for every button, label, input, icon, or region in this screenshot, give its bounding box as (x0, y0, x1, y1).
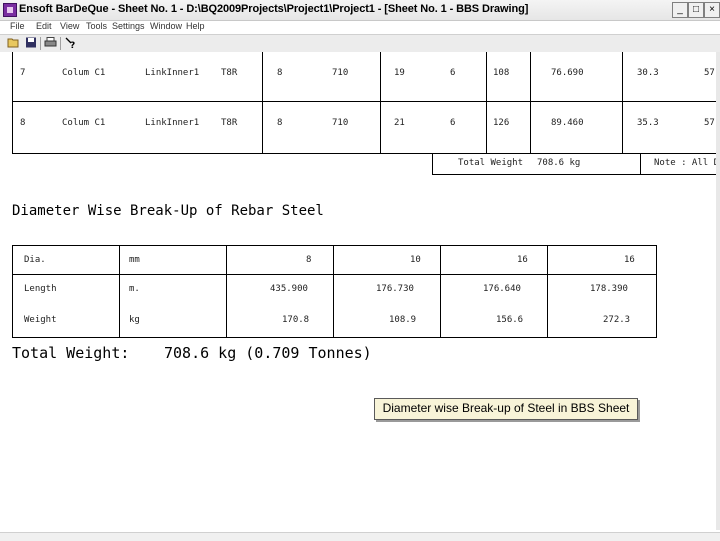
row-unit: kg (129, 315, 140, 325)
breakup-heading: Diameter Wise Break-Up of Rebar Steel (12, 203, 324, 219)
weight-value: 272.3 (603, 315, 631, 325)
close-button[interactable]: × (704, 2, 720, 18)
menu-view[interactable]: View (60, 21, 79, 31)
menu-help[interactable]: Help (186, 21, 205, 31)
bar-dia: 8 (277, 68, 283, 78)
menu-settings[interactable]: Settings (112, 21, 145, 31)
total-bars: 108 (493, 68, 510, 78)
bar-weight: 35.3 (637, 118, 659, 128)
length-value: 176.640 (483, 284, 521, 294)
caption-callout: Diameter wise Break-up of Steel in BBS S… (374, 398, 638, 420)
print-icon[interactable] (44, 37, 57, 49)
title-bar: Ensoft BarDeQue - Sheet No. 1 - D:\BQ200… (0, 0, 720, 21)
length-value: 435.900 (270, 284, 308, 294)
toolbar-separator (60, 37, 61, 50)
svg-text:?: ? (70, 41, 75, 49)
bbs-document: 7 Colum C1 LinkInner1 T8R 8 710 19 6 108… (0, 52, 720, 532)
help-icon[interactable]: ? (64, 37, 77, 51)
member-name: Colum C1 (62, 68, 106, 78)
dimension-note: Note : All Dime (654, 158, 720, 168)
toolbar-separator (40, 37, 41, 50)
bar-type: T8R (221, 118, 238, 128)
row-label: Dia. (24, 255, 46, 265)
bar-count: 21 (394, 118, 405, 128)
weight-value: 108.9 (389, 315, 417, 325)
total-weight-label: Total Weight: (12, 344, 130, 362)
dia-value: 16 (517, 255, 528, 265)
app-icon[interactable] (3, 3, 17, 17)
length-value: 176.730 (376, 284, 414, 294)
dia-value: 10 (410, 255, 421, 265)
row-label: Weight (24, 315, 57, 325)
extra-column: 57 (704, 68, 715, 78)
weight-value: 156.6 (496, 315, 524, 325)
bar-type: T8R (221, 68, 238, 78)
member-count: 6 (450, 118, 456, 128)
menu-file[interactable]: File (10, 21, 25, 31)
toolbar: ? (0, 34, 720, 53)
cut-length: 710 (332, 118, 349, 128)
total-weight-label: Total Weight (458, 158, 524, 168)
save-icon[interactable] (24, 37, 37, 49)
minimize-button[interactable]: _ (672, 2, 688, 18)
menu-edit[interactable]: Edit (36, 21, 52, 31)
total-length: 89.460 (551, 118, 584, 128)
bar-weight: 30.3 (637, 68, 659, 78)
menu-bar: File Edit View Tools Settings Window Hel… (0, 21, 720, 33)
bar-description: LinkInner1 (145, 118, 200, 128)
total-weight-tonnes: 708.6 kg (0.709 Tonnes) (164, 344, 372, 362)
total-weight-value: 708.6 kg (537, 158, 581, 168)
maximize-button[interactable]: □ (688, 2, 704, 18)
bar-dia: 8 (277, 118, 283, 128)
bar-mark: 7 (20, 68, 26, 78)
weight-value: 170.8 (282, 315, 310, 325)
row-label: Length (24, 284, 57, 294)
extra-column: 57 (704, 118, 715, 128)
member-name: Colum C1 (62, 118, 106, 128)
row-unit: mm (129, 255, 140, 265)
bar-count: 19 (394, 68, 405, 78)
dia-value: 8 (306, 255, 312, 265)
row-unit: m. (129, 284, 140, 294)
bar-mark: 8 (20, 118, 26, 128)
cut-length: 710 (332, 68, 349, 78)
total-bars: 126 (493, 118, 510, 128)
length-value: 178.390 (590, 284, 628, 294)
member-count: 6 (450, 68, 456, 78)
total-length: 76.690 (551, 68, 584, 78)
vertical-scrollbar[interactable] (716, 52, 720, 530)
bar-description: LinkInner1 (145, 68, 200, 78)
menu-window[interactable]: Window (150, 21, 182, 31)
window-title: Ensoft BarDeQue - Sheet No. 1 - D:\BQ200… (19, 3, 529, 15)
open-icon[interactable] (7, 37, 20, 49)
dia-value: 16 (624, 255, 635, 265)
menu-tools[interactable]: Tools (86, 21, 107, 31)
